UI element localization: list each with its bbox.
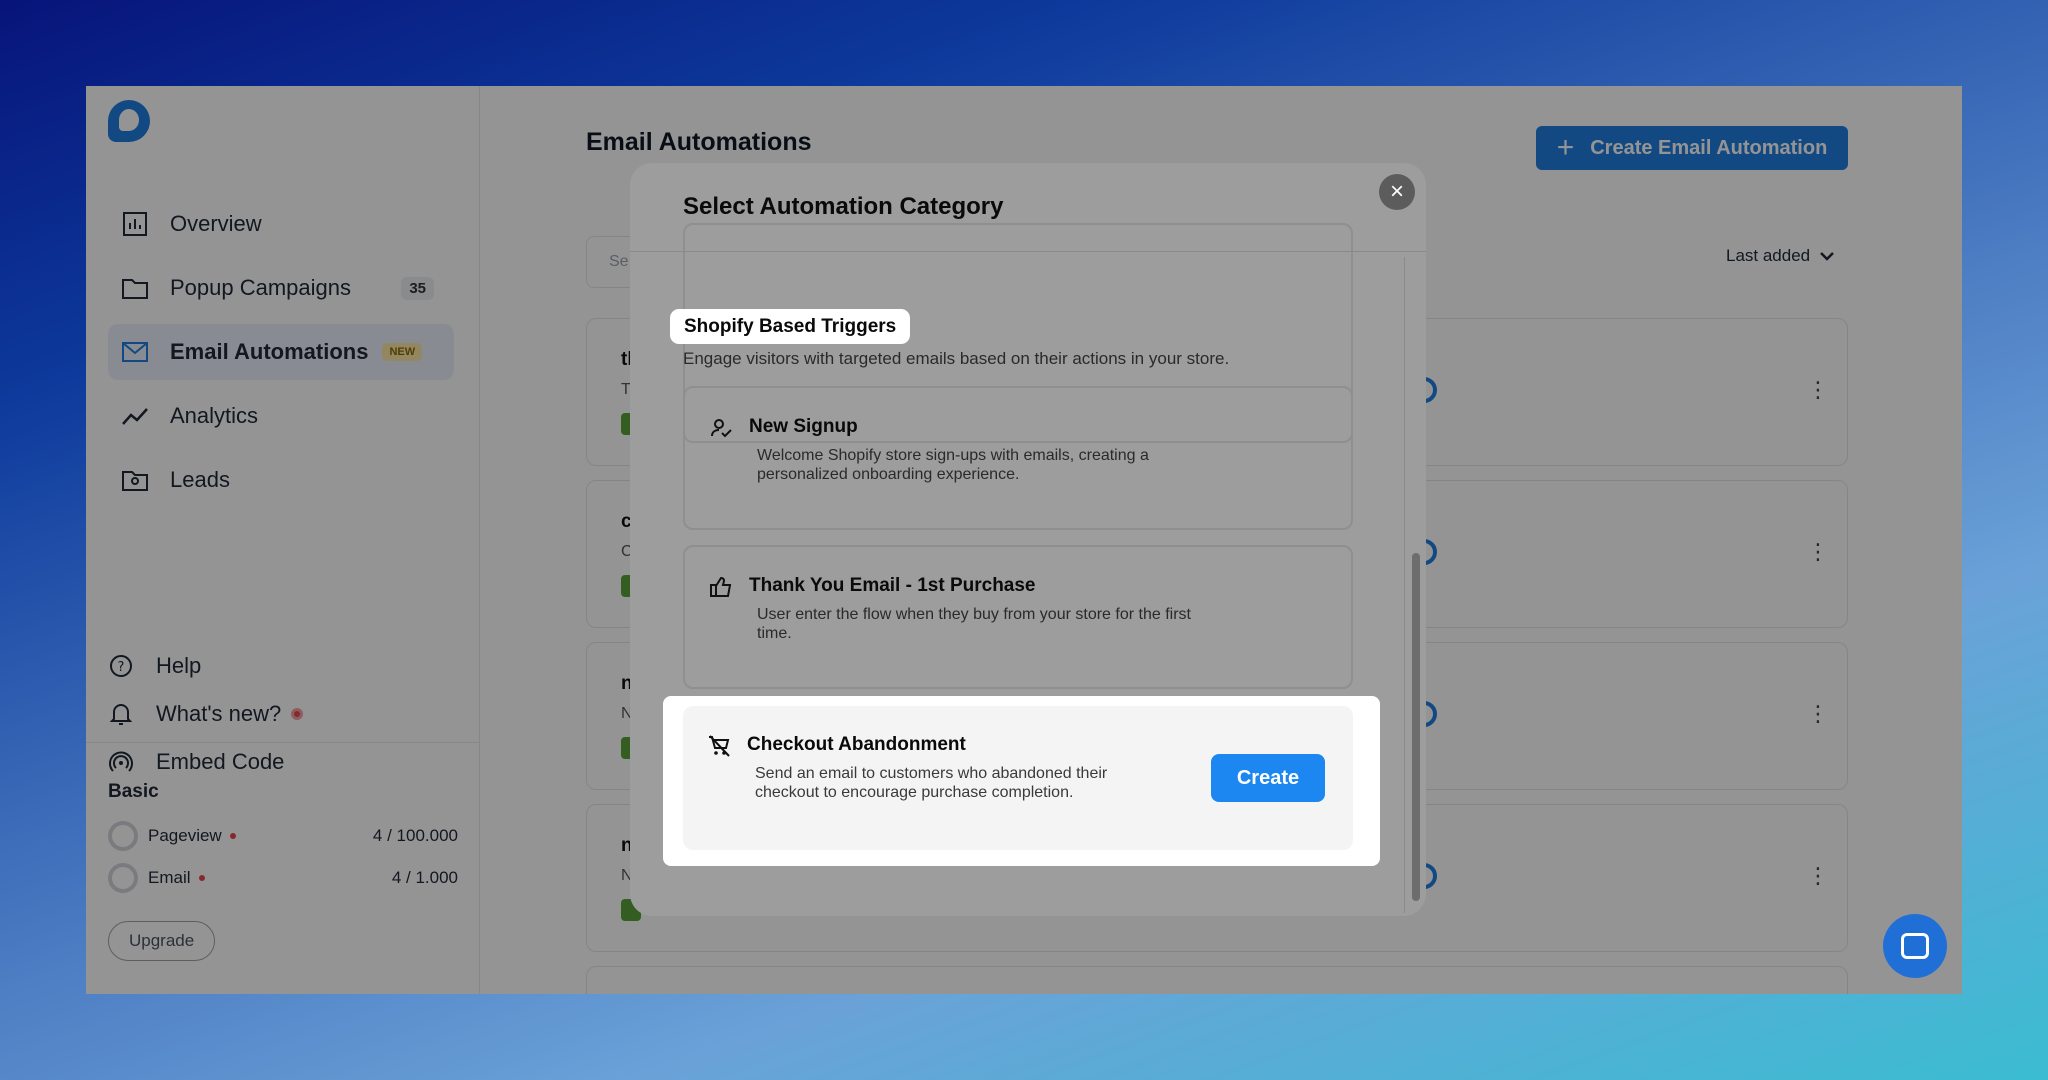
section-title: Shopify Based Triggers (670, 309, 911, 344)
section-description: Engage visitors with targeted emails bas… (683, 349, 1230, 368)
chat-launcher-button[interactable] (1883, 914, 1947, 978)
category-card-checkout-abandonment[interactable]: Checkout Abandonment Send an email to cu… (683, 706, 1353, 850)
thumbs-up-icon (709, 575, 733, 599)
category-title: Thank You Email - 1st Purchase (749, 575, 1036, 596)
create-button[interactable]: Create (1211, 754, 1325, 802)
close-icon: × (1389, 178, 1404, 205)
highlight-frame: Checkout Abandonment Send an email to cu… (663, 696, 1380, 866)
close-button[interactable]: × (1379, 174, 1415, 210)
category-card-new-signup[interactable]: New Signup Welcome Shopify store sign-up… (683, 386, 1353, 530)
scrollbar-thumb[interactable] (1412, 553, 1420, 901)
category-description: User enter the flow when they buy from y… (757, 606, 1191, 642)
category-description: Welcome Shopify store sign-ups with emai… (757, 447, 1149, 483)
modal-title: Select Automation Category (683, 193, 1004, 220)
category-description: Send an email to customers who abandoned… (755, 765, 1108, 801)
chat-icon (1901, 933, 1929, 959)
category-title: Checkout Abandonment (747, 734, 966, 755)
category-title: New Signup (749, 416, 858, 437)
category-card-thank-you[interactable]: Thank You Email - 1st Purchase User ente… (683, 545, 1353, 689)
modal-header: Select Automation Category × (630, 163, 1426, 252)
user-check-icon (709, 416, 733, 440)
cart-off-icon (707, 734, 731, 758)
